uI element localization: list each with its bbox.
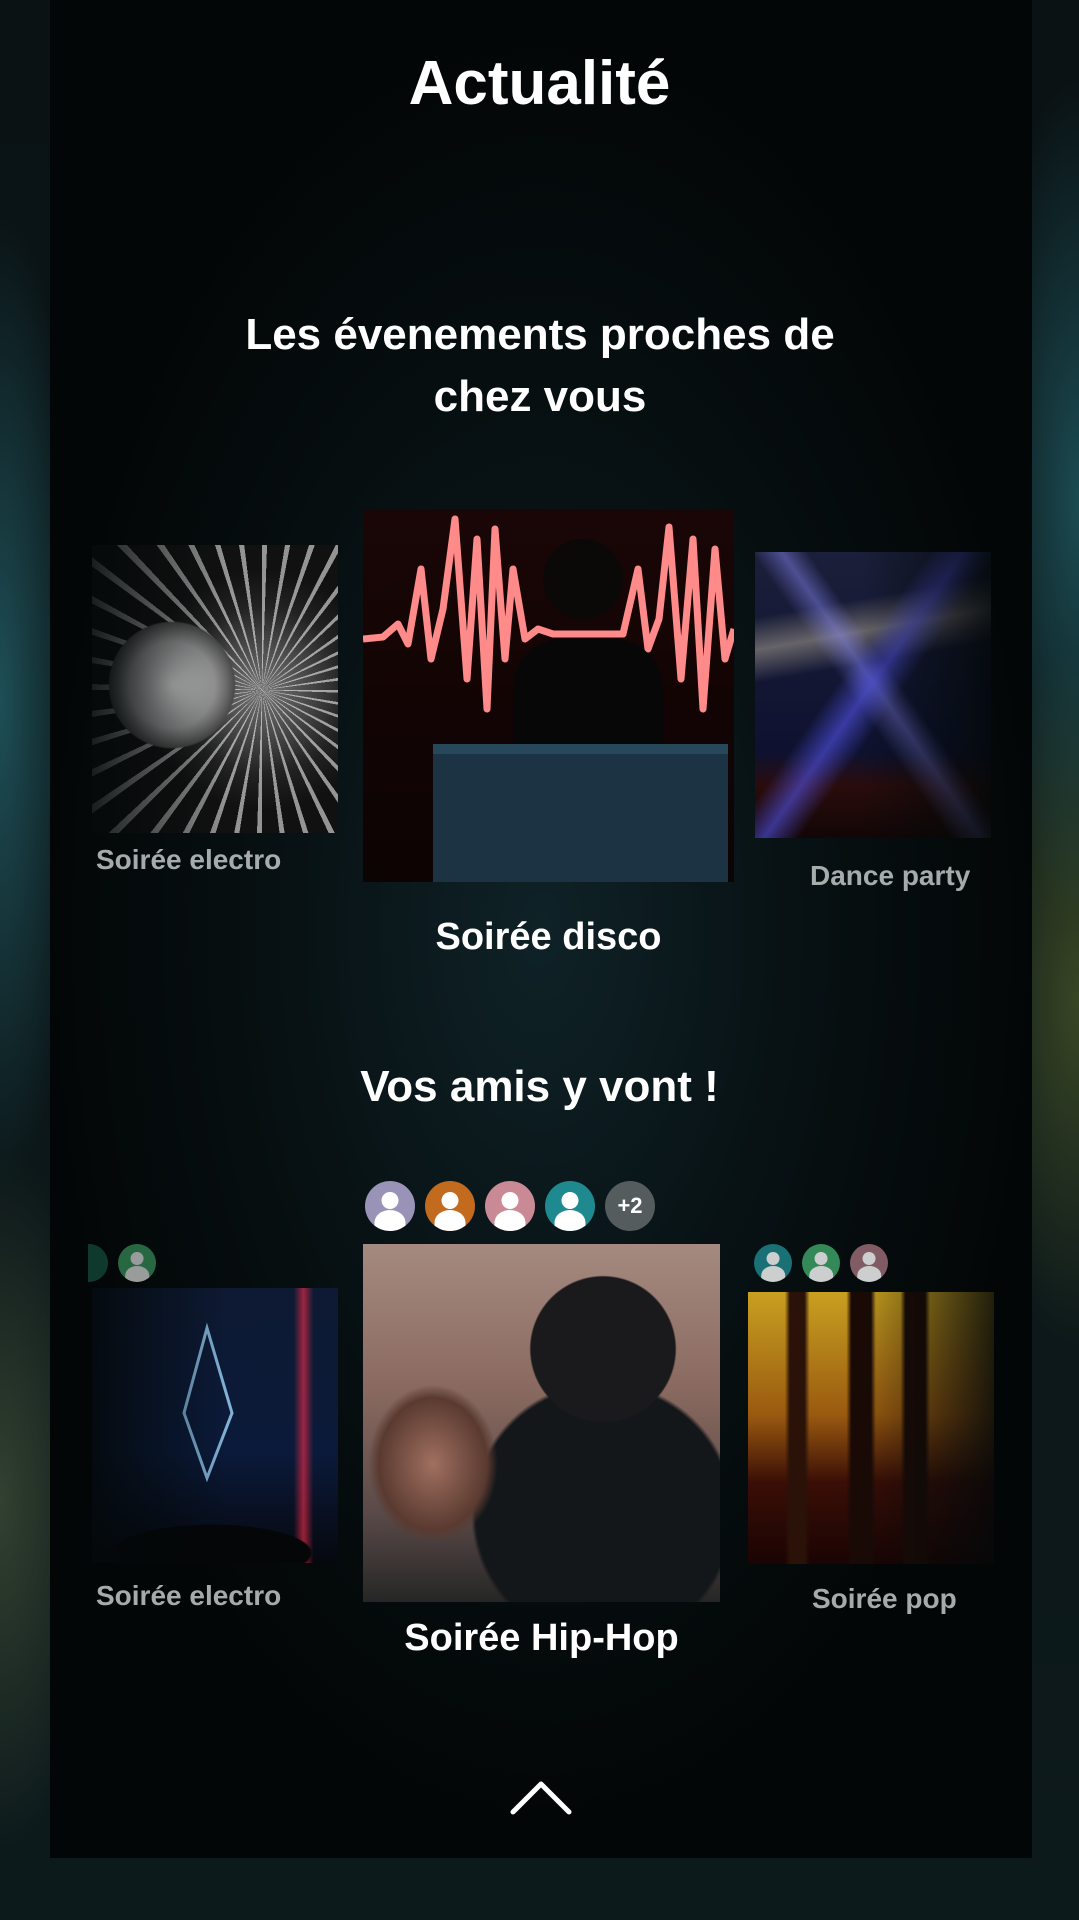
user-avatar-icon <box>365 1181 415 1231</box>
user-avatar-icon <box>545 1181 595 1231</box>
friends-event-card-hiphop[interactable] <box>363 1244 720 1602</box>
friends-section-title: Vos amis y vont ! <box>360 1062 719 1111</box>
friends-event-label-electro: Soirée electro <box>96 1580 282 1611</box>
chevron-up-icon[interactable] <box>509 1776 573 1816</box>
disco-ball-image <box>92 545 338 833</box>
user-avatar-icon <box>425 1181 475 1231</box>
dj-disco-image <box>363 509 734 882</box>
friends-avatars-electro[interactable] <box>88 1244 156 1282</box>
more-friends-badge[interactable]: +2 <box>605 1181 655 1231</box>
friends-event-card-electro[interactable] <box>92 1288 338 1563</box>
friends-event-label-hiphop: Soirée Hip-Hop <box>404 1617 679 1659</box>
event-label-disco: Soirée disco <box>435 916 662 958</box>
user-avatar-icon <box>88 1244 108 1282</box>
friends-avatars-pop[interactable] <box>754 1244 888 1282</box>
user-avatar-icon <box>754 1244 792 1282</box>
dance-party-image <box>755 552 991 838</box>
user-avatar-icon <box>802 1244 840 1282</box>
event-card-electro[interactable] <box>92 545 338 833</box>
electro-crowd-image <box>92 1288 338 1563</box>
hiphop-dj-image <box>363 1244 720 1602</box>
user-avatar-icon <box>485 1181 535 1231</box>
event-card-dance-party[interactable] <box>755 552 991 838</box>
friends-avatars-hiphop[interactable]: +2 <box>365 1181 655 1231</box>
event-label-electro: Soirée electro <box>96 844 282 875</box>
event-label-dance-party: Dance party <box>810 860 971 891</box>
user-avatar-icon <box>118 1244 156 1282</box>
event-card-disco[interactable] <box>363 509 734 882</box>
friends-event-label-pop: Soirée pop <box>812 1583 957 1614</box>
bar-bottles-image <box>748 1292 994 1564</box>
nearby-section-title: Les évenements proches de chez vous <box>245 310 835 421</box>
user-avatar-icon <box>850 1244 888 1282</box>
page-title: Actualité <box>408 49 671 118</box>
friends-event-card-pop[interactable] <box>748 1292 994 1564</box>
